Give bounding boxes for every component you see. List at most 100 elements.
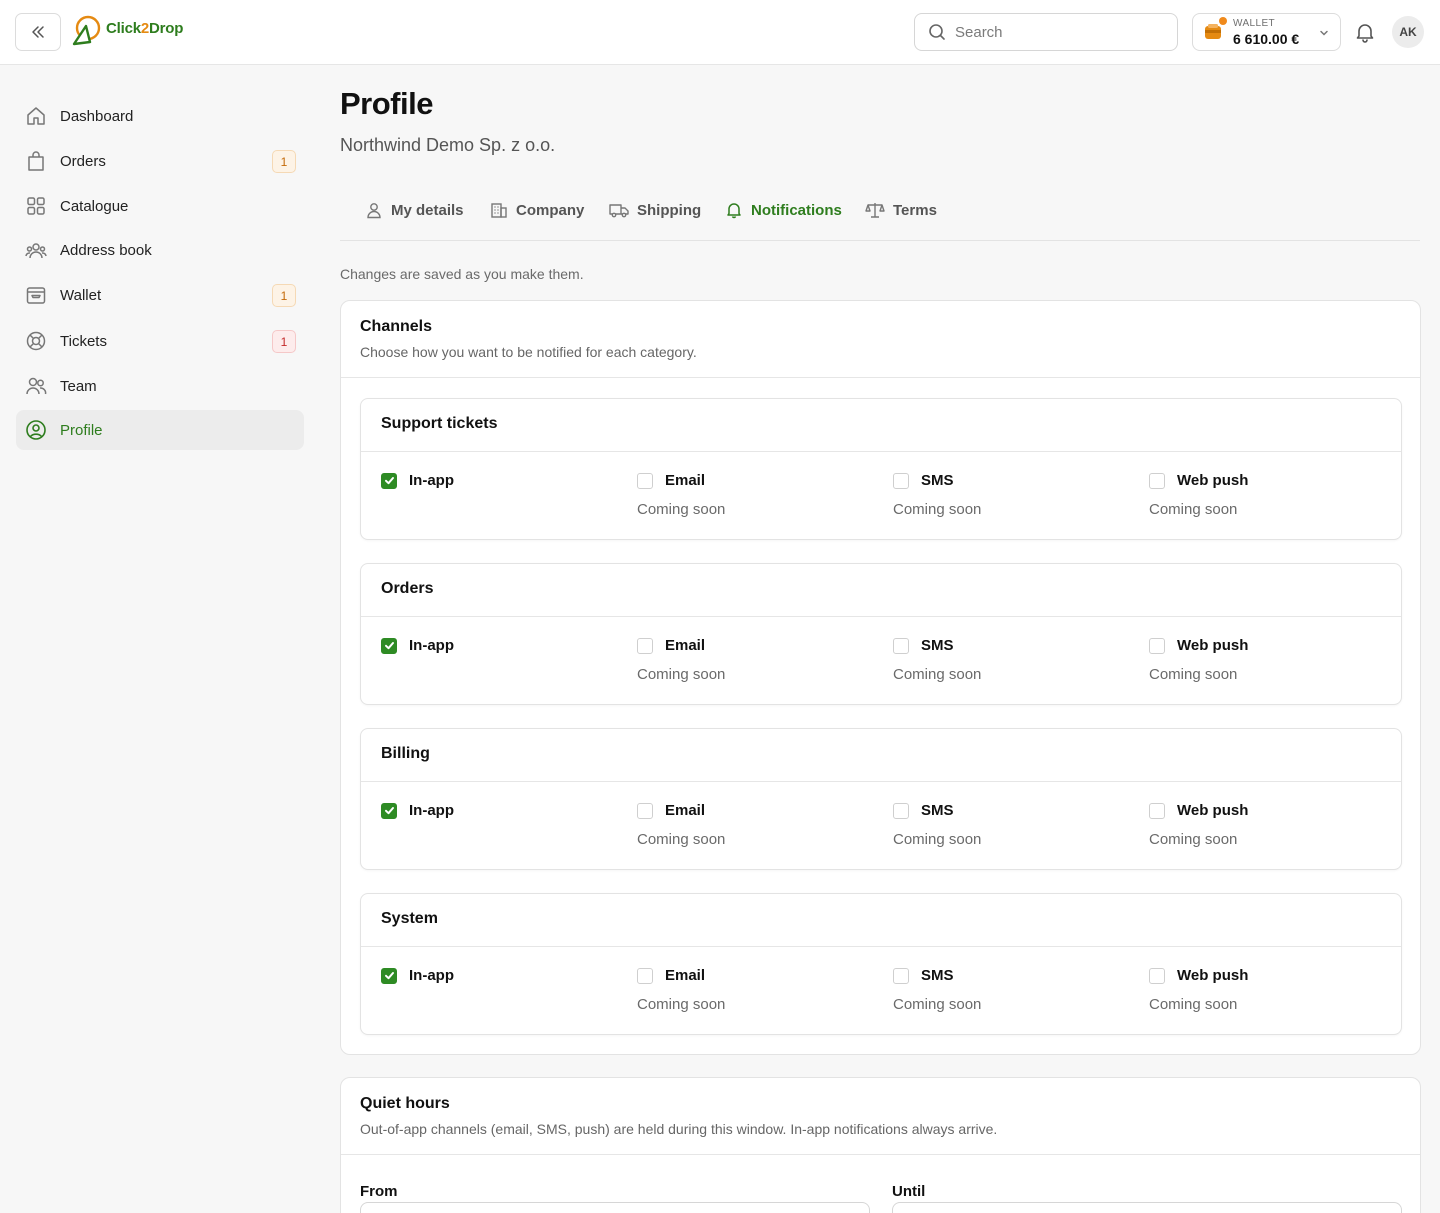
search-icon xyxy=(929,24,945,40)
channel-label: Email xyxy=(665,967,706,984)
tab-shipping[interactable]: Shipping xyxy=(609,201,701,219)
sms-checkbox[interactable] xyxy=(893,802,909,819)
email-checkbox[interactable] xyxy=(637,637,653,654)
category-title: Support tickets xyxy=(361,399,1401,452)
until-label: Until xyxy=(892,1183,926,1200)
sidebar-item-label: Catalogue xyxy=(60,197,129,215)
channels-title: Channels xyxy=(360,318,433,335)
tab-notifications[interactable]: Notifications xyxy=(725,201,842,219)
sidebar-item-profile[interactable]: Profile xyxy=(16,410,304,450)
bell-icon xyxy=(725,201,743,219)
tab-company[interactable]: Company xyxy=(490,201,584,219)
channel-option-in-app: In-app xyxy=(381,967,454,984)
notification-category: System In-app Email Coming soon SMS Coming so… xyxy=(360,893,1402,1035)
sidebar-item-address-book[interactable]: Address book xyxy=(16,230,304,270)
channel-option-email: Email Coming soon xyxy=(637,802,725,848)
web-push-checkbox[interactable] xyxy=(1149,967,1165,984)
from-time-input[interactable] xyxy=(360,1202,870,1213)
channel-option-sms: SMS Coming soon xyxy=(893,967,981,1013)
team-icon xyxy=(25,375,47,397)
sidebar-item-catalogue[interactable]: Catalogue xyxy=(16,186,304,226)
sidebar-item-label: Profile xyxy=(60,421,103,439)
in-app-checkbox[interactable] xyxy=(381,637,397,654)
channel-option-row: Web push xyxy=(1149,637,1248,654)
brand-name: Click2Drop xyxy=(106,19,184,37)
collapse-sidebar-button[interactable] xyxy=(15,13,61,51)
channel-option-row: SMS xyxy=(893,967,981,984)
sidebar-item-orders[interactable]: Orders 1 xyxy=(16,141,304,181)
channel-label: Web push xyxy=(1177,967,1249,984)
top-bar: Click2Drop Search WALLET 6 610.00 € AK xyxy=(0,0,1440,65)
search-input[interactable]: Search xyxy=(914,13,1178,51)
channel-label: SMS xyxy=(921,637,954,654)
sms-checkbox[interactable] xyxy=(893,637,909,654)
double-chevron-left-icon xyxy=(32,26,44,38)
email-checkbox[interactable] xyxy=(637,472,653,489)
channel-option-row: Web push xyxy=(1149,967,1248,984)
in-app-checkbox[interactable] xyxy=(381,472,397,489)
tab-label: Shipping xyxy=(637,201,702,219)
channel-option-in-app: In-app xyxy=(381,472,454,489)
sidebar-item-team[interactable]: Team xyxy=(16,366,304,406)
profile-tabs: My details Company Shipping Notification… xyxy=(340,192,1420,241)
channels-header: Channels Choose how you want to be notif… xyxy=(341,301,1420,378)
in-app-checkbox[interactable] xyxy=(381,802,397,819)
brand-logo[interactable]: Click2Drop xyxy=(70,13,183,51)
channel-label: In-app xyxy=(409,967,454,984)
quiet-hours-card: Quiet hours Out-of-app channels (email, … xyxy=(340,1077,1421,1213)
channel-option-email: Email Coming soon xyxy=(637,637,725,683)
web-push-checkbox[interactable] xyxy=(1149,637,1165,654)
tab-label: Terms xyxy=(893,201,937,219)
channel-option-row: SMS xyxy=(893,472,981,489)
coming-soon-note: Coming soon xyxy=(893,501,982,518)
web-push-checkbox[interactable] xyxy=(1149,802,1165,819)
channel-label: SMS xyxy=(921,967,954,984)
sms-checkbox[interactable] xyxy=(893,472,909,489)
category-title: Billing xyxy=(361,729,1401,782)
web-push-checkbox[interactable] xyxy=(1149,472,1165,489)
channel-option-row: In-app xyxy=(381,637,454,654)
wallet-icon xyxy=(25,284,47,306)
user-avatar[interactable]: AK xyxy=(1392,16,1424,48)
coming-soon-note: Coming soon xyxy=(637,831,726,848)
tab-terms[interactable]: Terms xyxy=(865,201,937,219)
channel-label: Web push xyxy=(1177,472,1249,489)
wallet-label: WALLET xyxy=(1233,18,1276,29)
wallet-amount: 6 610.00 € xyxy=(1233,31,1300,47)
channel-option-web-push: Web push Coming soon xyxy=(1149,802,1248,848)
search-placeholder: Search xyxy=(955,23,1003,41)
coming-soon-note: Coming soon xyxy=(1149,996,1238,1013)
sms-checkbox[interactable] xyxy=(893,967,909,984)
tab-my-details[interactable]: My details xyxy=(365,201,464,219)
until-time-input[interactable] xyxy=(892,1202,1402,1213)
email-checkbox[interactable] xyxy=(637,967,653,984)
channel-label: In-app xyxy=(409,637,454,654)
channel-option-row: In-app xyxy=(381,802,454,819)
in-app-checkbox[interactable] xyxy=(381,967,397,984)
wallet-balance-button[interactable]: WALLET 6 610.00 € xyxy=(1192,13,1341,51)
channel-label: Email xyxy=(665,472,706,489)
notifications-button[interactable] xyxy=(1354,21,1376,48)
sidebar-item-wallet[interactable]: Wallet 1 xyxy=(16,275,304,315)
checkmark-icon xyxy=(384,477,394,485)
channel-option-row: Email xyxy=(637,472,725,489)
users-group-icon xyxy=(25,239,47,261)
channels-description: Choose how you want to be notified for e… xyxy=(360,344,697,360)
bell-icon xyxy=(1356,24,1374,43)
coming-soon-note: Coming soon xyxy=(637,996,726,1013)
sidebar-item-label: Tickets xyxy=(60,332,107,350)
sidebar-item-dashboard[interactable]: Dashboard xyxy=(16,96,304,136)
email-checkbox[interactable] xyxy=(637,802,653,819)
channels-card: Channels Choose how you want to be notif… xyxy=(340,300,1421,1055)
sidebar-item-tickets[interactable]: Tickets 1 xyxy=(16,321,304,361)
chevron-down-icon xyxy=(1320,30,1328,36)
sidebar-item-label: Dashboard xyxy=(60,107,134,125)
quiet-hours-title: Quiet hours xyxy=(360,1095,450,1112)
bag-icon xyxy=(25,150,47,172)
channel-option-in-app: In-app xyxy=(381,637,454,654)
channel-option-row: Email xyxy=(637,802,725,819)
checkmark-icon xyxy=(384,642,394,650)
channel-option-sms: SMS Coming soon xyxy=(893,637,981,683)
tab-label: Notifications xyxy=(751,201,842,219)
category-title: Orders xyxy=(361,564,1401,617)
